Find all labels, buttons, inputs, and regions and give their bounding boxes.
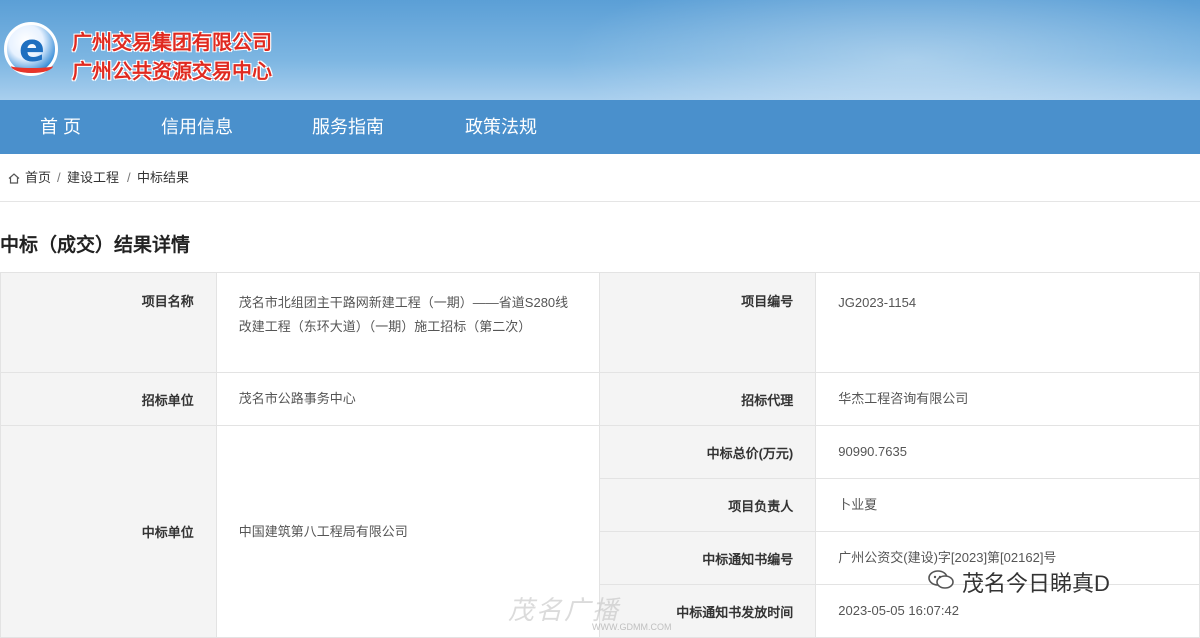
main-nav: 首 页 信用信息 服务指南 政策法规 [0, 100, 1200, 154]
tenderer-value: 茂名市公路事务中心 [215, 372, 601, 426]
manager-value: 卜业夏 [815, 478, 1200, 532]
header-glow [560, 0, 1200, 100]
total-price-value: 90990.7635 [815, 425, 1200, 479]
nav-item-policy[interactable]: 政策法规 [465, 100, 537, 154]
nav-item-guide[interactable]: 服务指南 [312, 100, 384, 154]
breadcrumb-construction[interactable]: 建设工程 [67, 154, 119, 202]
home-icon [8, 173, 20, 184]
table-row: 招标单位 茂名市公路事务中心 招标代理 华杰工程咨询有限公司 [0, 372, 1200, 426]
winner-label: 中标单位 [0, 425, 217, 638]
table-row: 中标单位 中国建筑第八工程局有限公司 中标总价(万元) 90990.7635 [0, 425, 1200, 638]
agent-label: 招标代理 [599, 372, 817, 426]
tenderer-label: 招标单位 [0, 372, 217, 426]
nav-item-home[interactable]: 首 页 [40, 100, 81, 154]
project-no-label: 项目编号 [599, 272, 817, 373]
breadcrumb-current: 中标结果 [137, 170, 190, 185]
total-price-label: 中标总价(万元) [599, 425, 817, 479]
logo-letter: e [19, 26, 45, 70]
manager-label: 项目负责人 [599, 478, 817, 532]
table-row: 项目名称 茂名市北组团主干路网新建工程（一期）——省道S280线改建工程（东环大… [0, 272, 1200, 373]
project-name-label: 项目名称 [0, 272, 217, 373]
wechat-icon [928, 570, 954, 589]
org-name-secondary: 广州公共资源交易中心 [72, 61, 272, 83]
agent-value: 华杰工程咨询有限公司 [815, 372, 1200, 426]
project-no-value: JG2023-1154 [815, 272, 1200, 373]
page-title: 中标（成交）结果详情 [0, 235, 191, 256]
watermark-right-text: 茂名今日睇真D [962, 571, 1110, 596]
breadcrumb-separator: / [127, 170, 131, 185]
site-logo-icon[interactable]: e [4, 22, 58, 76]
project-name-value: 茂名市北组团主干路网新建工程（一期）——省道S280线改建工程（东环大道）（一期… [215, 272, 601, 373]
nav-item-credit[interactable]: 信用信息 [161, 100, 233, 154]
watermark-left-url: WWW.GDMM.COM [592, 622, 672, 632]
breadcrumb: 首页 / 建设工程 / 中标结果 [0, 154, 1200, 202]
breadcrumb-home[interactable]: 首页 [25, 154, 51, 202]
breadcrumb-separator: / [57, 170, 61, 185]
org-name-primary: 广州交易集团有限公司 [72, 32, 272, 54]
site-header: e 广州交易集团有限公司 广州公共资源交易中心 [0, 0, 1200, 100]
notice-no-label: 中标通知书编号 [599, 531, 817, 585]
